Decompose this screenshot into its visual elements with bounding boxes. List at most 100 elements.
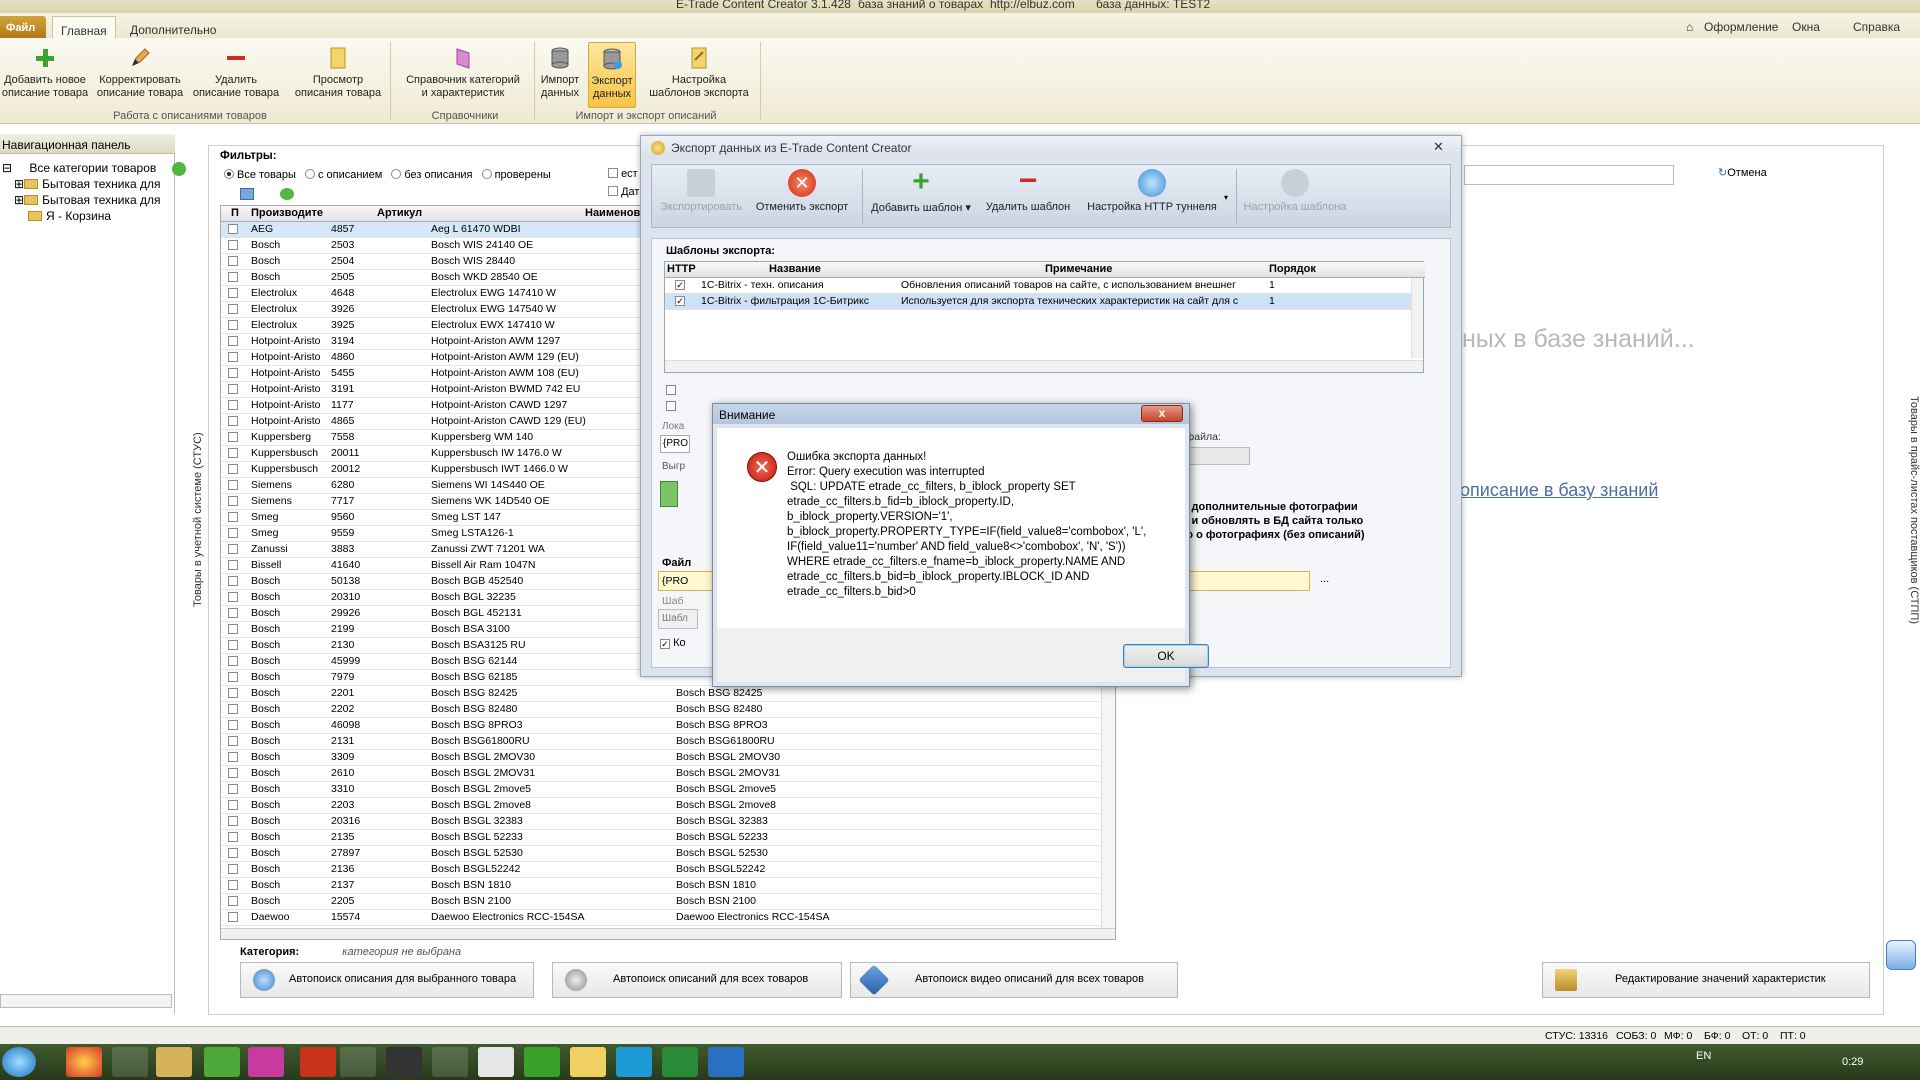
row-checkbox[interactable] — [228, 256, 238, 266]
row-checkbox[interactable] — [228, 512, 238, 522]
file-menu-button[interactable]: Файл — [0, 16, 46, 38]
expand-icon[interactable]: ⊞ — [14, 177, 24, 191]
taskbar-etrade-icon[interactable] — [248, 1047, 284, 1077]
row-checkbox[interactable] — [228, 432, 238, 442]
table-row[interactable]: Bosch 2136 Bosch BSGL52242 Bosch BSGL52242 — [221, 862, 1115, 878]
row-checkbox[interactable] — [228, 672, 238, 682]
row-checkbox[interactable] — [228, 720, 238, 730]
table-row[interactable]: Bosch 3310 Bosch BSGL 2move5 Bosch BSGL 2mo… — [221, 782, 1115, 798]
table-row[interactable]: Bosch 2135 Bosch BSGL 52233 Bosch BSGL 5223… — [221, 830, 1115, 846]
autosearch-selected-button[interactable]: Автопоиск описания для выбранного товара — [240, 962, 534, 998]
row-checkbox[interactable] — [228, 304, 238, 314]
row-checkbox[interactable] — [228, 400, 238, 410]
dictionary-button[interactable]: Справочник категорий и характеристик — [396, 42, 530, 100]
filter-checkbox-1[interactable]: ест — [608, 168, 638, 180]
table-row[interactable]: Bosch 2610 Bosch BSGL 2MOV31 Bosch BSGL 2MO… — [221, 766, 1115, 782]
autosearch-video-button[interactable]: Автопоиск видео описаний для всех товаро… — [850, 962, 1178, 998]
templates-vscrollbar[interactable] — [1411, 278, 1423, 358]
col-http[interactable]: HTTP — [667, 263, 696, 275]
add-description-button[interactable]: Добавить новое описание товара — [0, 42, 90, 100]
row-checkbox[interactable] — [228, 224, 238, 234]
table-row[interactable]: Bosch 2137 Bosch BSN 1810 Bosch BSN 1810 — [221, 878, 1115, 894]
import-data-button[interactable]: Импорт данных — [537, 42, 583, 100]
bg-cancel-button[interactable]: ↻Отмена — [1718, 166, 1767, 179]
table-row[interactable]: Daewoo 15574 Daewoo Electronics RCC-154SA D… — [221, 910, 1115, 926]
taskbar-excel-icon[interactable] — [662, 1047, 698, 1077]
row-checkbox[interactable] — [228, 912, 238, 922]
alert-ok-button[interactable]: OK — [1123, 644, 1209, 668]
filter-apply-icon[interactable] — [240, 188, 254, 200]
export-run-button[interactable]: Экспортировать — [656, 169, 746, 213]
taskbar-pencil-icon[interactable] — [432, 1047, 468, 1077]
table-row[interactable]: Bosch 2131 Bosch BSG61800RU Bosch BSG61800R… — [221, 734, 1115, 750]
taskbar-terminal-icon[interactable] — [386, 1047, 422, 1077]
option-checkbox-1[interactable] — [666, 385, 676, 397]
design-menu[interactable]: Оформление — [1704, 20, 1778, 34]
keyboard-language[interactable]: EN — [1696, 1050, 1711, 1062]
taskbar-chrome-icon[interactable] — [66, 1047, 102, 1077]
unload-icon[interactable] — [660, 481, 678, 507]
export-close-button[interactable]: ✕ — [1433, 139, 1444, 155]
row-checkbox[interactable] — [228, 320, 238, 330]
col-producer[interactable]: Производите — [251, 207, 323, 219]
http-dropdown-icon[interactable]: ▾ — [1224, 193, 1228, 202]
tab-extra[interactable]: Дополнительно — [122, 16, 224, 38]
row-checkbox[interactable] — [228, 848, 238, 858]
table-row[interactable]: Bosch 46098 Bosch BSG 8PRO3 Bosch BSG 8PRO3 — [221, 718, 1115, 734]
row-checkbox[interactable] — [228, 752, 238, 762]
view-description-button[interactable]: Просмотр описания товара — [290, 42, 386, 100]
side-tab-stus[interactable]: Товары в учетной системе (СТУС) — [192, 390, 208, 650]
export-templates-button[interactable]: Настройка шаблонов экспорта — [642, 42, 756, 100]
side-tab-stpp[interactable]: Товары в прайс-листах поставщиков (СТПП) — [1904, 300, 1920, 720]
table-row[interactable]: Bosch 2202 Bosch BSG 82480 Bosch BSG 82480 — [221, 702, 1115, 718]
http-checkbox[interactable] — [675, 280, 685, 290]
row-checkbox[interactable] — [228, 816, 238, 826]
filter-with[interactable]: с описанием — [304, 169, 382, 181]
horizontal-scrollbar[interactable] — [0, 994, 172, 1008]
template-settings-button[interactable]: Настройка шаблона — [1240, 169, 1350, 213]
row-checkbox[interactable] — [228, 240, 238, 250]
expand-icon[interactable]: ⊞ — [14, 193, 24, 207]
clock[interactable]: 0:29 — [1842, 1056, 1863, 1068]
row-checkbox[interactable] — [228, 448, 238, 458]
row-checkbox[interactable] — [228, 864, 238, 874]
table-row[interactable]: Bosch 27897 Bosch BSGL 52530 Bosch BSGL 525… — [221, 846, 1115, 862]
edit-characteristics-button[interactable]: Редактирование значений характеристик — [1542, 962, 1870, 998]
tree-item[interactable]: ⊞ Бытовая техника для — [14, 177, 160, 191]
help-menu[interactable]: Справка — [1853, 20, 1900, 34]
windows-menu[interactable]: Окна — [1792, 20, 1820, 34]
filter-refresh-icon[interactable] — [280, 188, 294, 200]
row-checkbox[interactable] — [228, 736, 238, 746]
grid-hscrollbar[interactable] — [221, 928, 1115, 939]
row-checkbox[interactable] — [228, 880, 238, 890]
taskbar-app-icon[interactable] — [340, 1047, 376, 1077]
row-checkbox[interactable] — [228, 608, 238, 618]
tab-main[interactable]: Главная — [52, 16, 116, 38]
collapse-icon[interactable]: ⊟ — [2, 161, 12, 175]
template-field[interactable]: Шабл — [658, 609, 698, 629]
templates-hscrollbar[interactable] — [665, 360, 1423, 372]
taskbar-notepad-icon[interactable] — [478, 1047, 514, 1077]
row-checkbox[interactable] — [228, 656, 238, 666]
row-checkbox[interactable] — [228, 496, 238, 506]
start-button[interactable] — [2, 1047, 36, 1077]
table-row[interactable]: Bosch 3309 Bosch BSGL 2MOV30 Bosch BSGL 2MO… — [221, 750, 1115, 766]
help-up-icon[interactable]: ⌂ — [1686, 20, 1693, 34]
col-title[interactable]: Название — [769, 263, 821, 275]
taskbar-app-icon[interactable] — [204, 1047, 240, 1077]
row-checkbox[interactable] — [228, 704, 238, 714]
col-article[interactable]: Артикул — [377, 207, 422, 219]
row-checkbox[interactable] — [228, 832, 238, 842]
taskbar-chat-icon[interactable] — [570, 1047, 606, 1077]
table-row[interactable]: Bosch 2201 Bosch BSG 82425 Bosch BSG 82425 — [221, 686, 1115, 702]
row-checkbox[interactable] — [228, 640, 238, 650]
row-checkbox[interactable] — [228, 560, 238, 570]
http-checkbox[interactable] — [675, 296, 685, 306]
row-checkbox[interactable] — [228, 544, 238, 554]
cancel-export-button[interactable]: ✕ Отменить экспорт — [750, 169, 854, 213]
row-checkbox[interactable] — [228, 416, 238, 426]
row-checkbox[interactable] — [228, 464, 238, 474]
tree-root[interactable]: ⊟ Все категории товаров — [2, 161, 156, 175]
row-checkbox[interactable] — [228, 528, 238, 538]
col-p[interactable]: П — [231, 207, 239, 219]
